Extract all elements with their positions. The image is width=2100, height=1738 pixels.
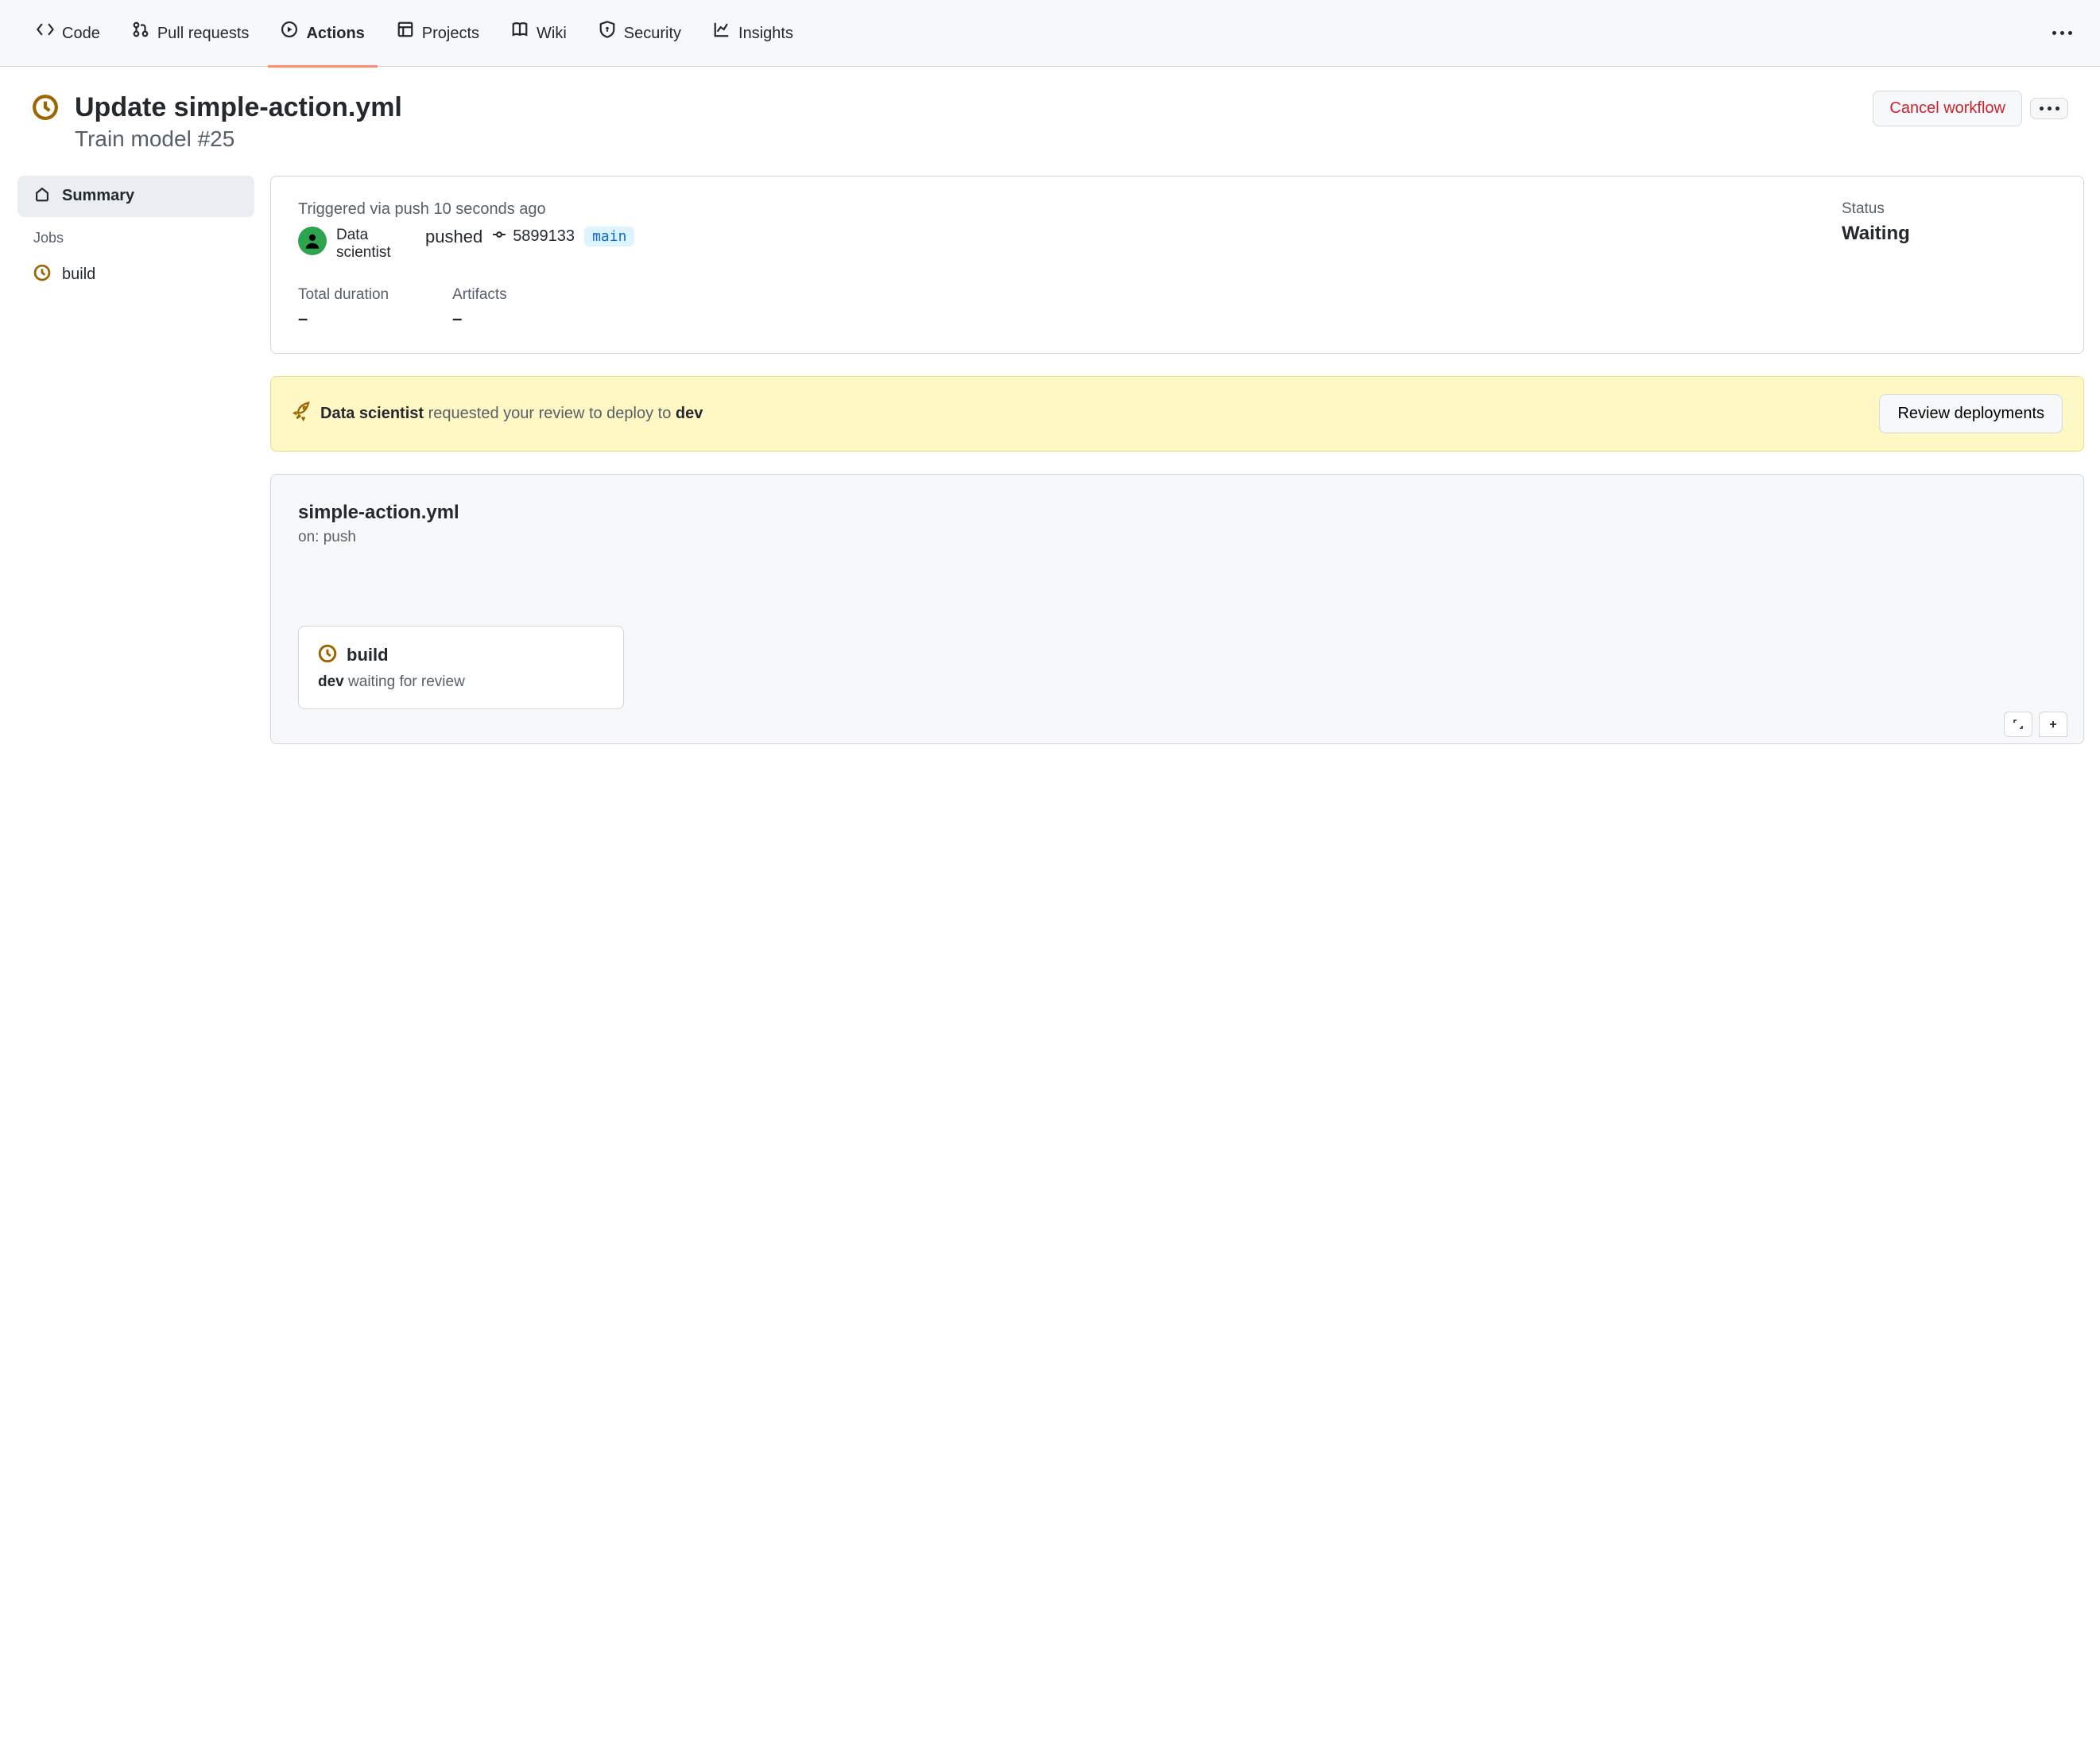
clock-icon bbox=[33, 264, 51, 286]
duration-label: Total duration bbox=[298, 286, 389, 304]
tab-label: Actions bbox=[306, 21, 364, 45]
review-env: dev bbox=[676, 405, 703, 422]
table-icon bbox=[397, 21, 414, 45]
branch-tag[interactable]: main bbox=[584, 227, 634, 246]
job-name: build bbox=[347, 645, 389, 665]
tab-actions[interactable]: Actions bbox=[268, 0, 377, 67]
tab-wiki[interactable]: Wiki bbox=[498, 0, 579, 67]
code-icon bbox=[37, 21, 54, 45]
repo-nav: Code Pull requests Actions Projects Wiki… bbox=[0, 0, 2100, 67]
tab-insights[interactable]: Insights bbox=[700, 0, 806, 67]
review-actor: Data scientist bbox=[320, 405, 424, 422]
run-actions-menu[interactable] bbox=[2030, 98, 2068, 119]
run-subtitle: Train model #25 bbox=[75, 126, 402, 152]
run-sidebar: Summary Jobs build bbox=[16, 176, 254, 745]
cancel-workflow-button[interactable]: Cancel workflow bbox=[1873, 91, 2022, 126]
run-summary-panel: Triggered via push 10 seconds ago Data s… bbox=[270, 176, 2084, 355]
graph-icon bbox=[713, 21, 730, 45]
tab-pull-requests[interactable]: Pull requests bbox=[119, 0, 262, 67]
graph-fullscreen-button[interactable] bbox=[2004, 712, 2032, 737]
commit-link[interactable]: 5899133 bbox=[492, 227, 575, 246]
graph-toolbar bbox=[2004, 712, 2067, 737]
nav-overflow-menu[interactable] bbox=[2048, 19, 2076, 48]
workflow-graph-panel: simple-action.yml on: push build dev wai… bbox=[270, 474, 2084, 744]
job-env: dev bbox=[318, 673, 344, 690]
kebab-icon bbox=[2040, 107, 2059, 111]
tab-code[interactable]: Code bbox=[24, 0, 113, 67]
status-value: Waiting bbox=[1842, 223, 2056, 245]
trigger-text: Triggered via push 10 seconds ago bbox=[298, 200, 1826, 219]
artifacts-value: – bbox=[452, 308, 507, 329]
tab-label: Insights bbox=[738, 21, 793, 45]
workflow-file-name: simple-action.yml bbox=[298, 502, 2056, 524]
rocket-icon bbox=[292, 402, 312, 427]
git-pull-request-icon bbox=[132, 21, 149, 45]
tab-label: Security bbox=[624, 21, 681, 45]
play-circle-icon bbox=[281, 21, 298, 45]
actor-avatar[interactable] bbox=[298, 227, 327, 255]
sidebar-label: Summary bbox=[62, 187, 134, 205]
sidebar-job-label: build bbox=[62, 266, 95, 284]
shield-icon bbox=[599, 21, 616, 45]
tab-label: Pull requests bbox=[157, 21, 250, 45]
duration-value: – bbox=[298, 308, 389, 329]
tab-label: Wiki bbox=[537, 21, 567, 45]
artifacts-label: Artifacts bbox=[452, 286, 507, 304]
workflow-trigger-label: on: push bbox=[298, 529, 2056, 546]
trigger-verb: pushed bbox=[425, 227, 482, 247]
kebab-icon bbox=[2052, 31, 2072, 35]
job-wait-text: waiting for review bbox=[344, 673, 465, 690]
workflow-icon bbox=[33, 185, 51, 208]
actor-name[interactable]: Data scientist bbox=[336, 227, 416, 263]
tab-security[interactable]: Security bbox=[586, 0, 694, 67]
clock-icon bbox=[32, 94, 59, 121]
sidebar-item-summary[interactable]: Summary bbox=[17, 176, 254, 217]
run-title: Update simple-action.yml bbox=[75, 91, 402, 125]
book-icon bbox=[511, 21, 529, 45]
review-deployments-banner: Data scientist requested your review to … bbox=[270, 376, 2084, 452]
commit-icon bbox=[492, 227, 506, 246]
sidebar-jobs-heading: Jobs bbox=[17, 217, 254, 254]
run-header: Update simple-action.yml Train model #25… bbox=[0, 67, 2100, 176]
graph-zoom-in-button[interactable] bbox=[2039, 712, 2067, 737]
sidebar-item-job-build[interactable]: build bbox=[17, 254, 254, 296]
tab-label: Projects bbox=[422, 21, 479, 45]
status-label: Status bbox=[1842, 200, 2056, 218]
review-middle-text: requested your review to deploy to bbox=[424, 405, 676, 422]
clock-icon bbox=[318, 644, 337, 665]
tab-label: Code bbox=[62, 21, 100, 45]
job-card-build[interactable]: build dev waiting for review bbox=[298, 626, 624, 709]
commit-sha: 5899133 bbox=[513, 227, 575, 246]
review-deployments-button[interactable]: Review deployments bbox=[1879, 394, 2063, 433]
tab-projects[interactable]: Projects bbox=[384, 0, 492, 67]
